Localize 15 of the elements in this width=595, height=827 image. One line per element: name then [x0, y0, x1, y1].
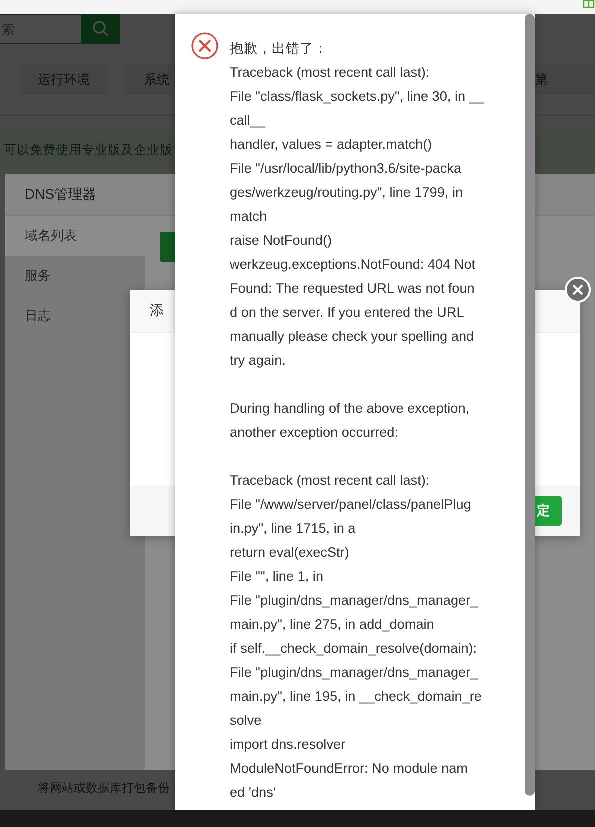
dialog-title: 添	[150, 302, 164, 320]
search-button[interactable]	[82, 14, 120, 44]
dialog-title: DNS管理器	[25, 186, 97, 204]
book-icon	[583, 0, 595, 8]
error-paragraph: Traceback (most recent call last): File "/www/server/panel/class/panelPlug in.py", line 1715, in a return eval(execStr) File "", line 1, in File "plugin/dns_manager/dns_manager_ main.py", line 275, in add_domain if self.__check_domain_resolve(domain): File "plugin/dns_manager/dns_manager_ main.py", line 195, in __check_domain_re solve import dns.resolver ModuleNotFoundError: No module nam ed 'dns'	[230, 472, 483, 802]
error-paragraph: During handling of the above exception, another exception occurred:	[230, 400, 471, 442]
error-paragraph: Traceback (most recent call last): File "class/flask_sockets.py", line 30, in __ call__ handler, values = adapter.match() File "/usr/local/lib/python3.6/site-packa ges/werkzeug/routing.py", line 1799, in match raise NotFound() werkzeug.exceptions.NotFound: 404 Not Found: The requested URL was not foun d on the server. If you entered the URL manually please check your spelling and try again.	[230, 64, 484, 370]
sidebar-item[interactable]: 域名列表	[5, 216, 145, 256]
banner-text: 可以免费使用专业版及企业版	[3, 142, 173, 158]
scrollbar[interactable]	[525, 14, 535, 796]
sidebar-item[interactable]: 服务	[5, 256, 145, 296]
error-icon	[191, 32, 219, 60]
footer-text: 将网站或数据库打包备份	[38, 781, 170, 795]
error-title: 抱歉，出错了：	[230, 40, 329, 58]
search-icon	[92, 20, 110, 38]
